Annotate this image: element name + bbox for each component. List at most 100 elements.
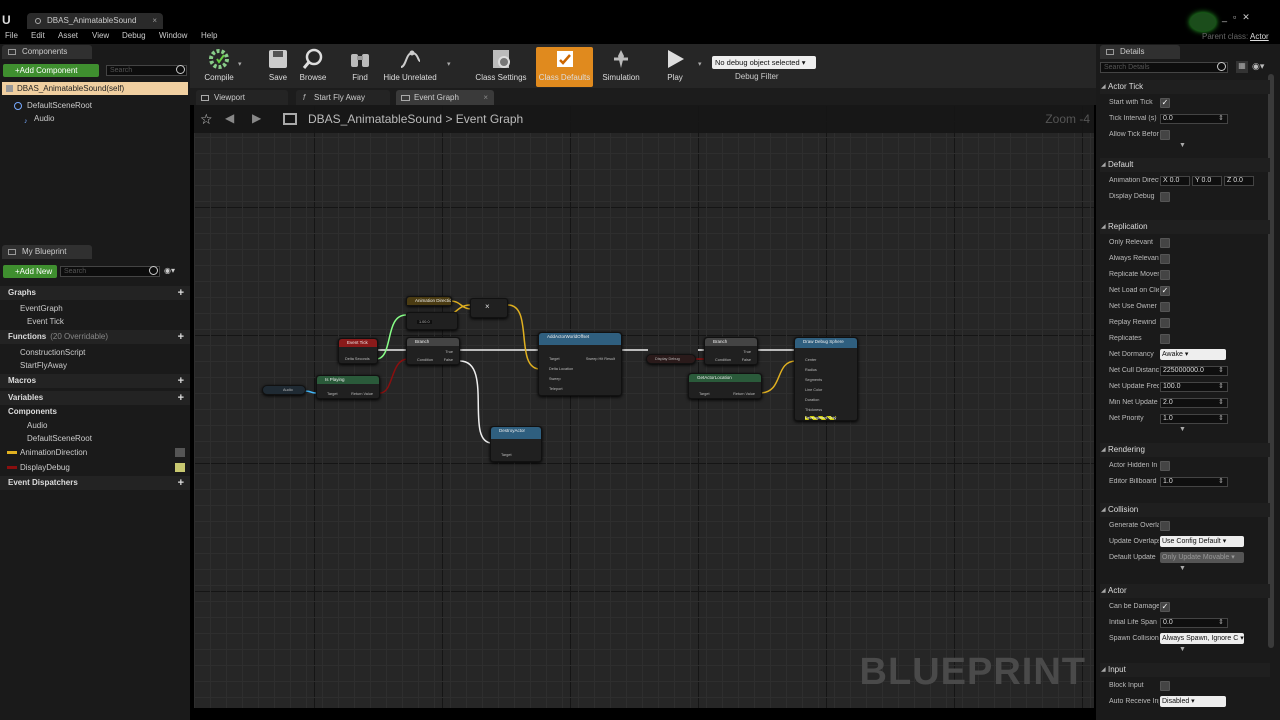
- class-settings-button[interactable]: Class Settings: [472, 47, 530, 87]
- details-section-input[interactable]: ◢ Input: [1100, 663, 1270, 677]
- tab-event-graph[interactable]: Event Graph ×: [396, 90, 494, 105]
- property-number-field[interactable]: 0.0 ⇕: [1160, 618, 1228, 628]
- play-options-chevron-icon[interactable]: ▾: [698, 60, 702, 68]
- debug-object-select[interactable]: No debug object selected ▾: [712, 56, 816, 69]
- menu-view[interactable]: View: [92, 31, 109, 40]
- sweep-hit-result-pin[interactable]: Sweep Hit Result: [586, 357, 615, 361]
- self-component-item[interactable]: DBAS_AnimatableSound(self): [2, 82, 188, 95]
- duration-pin[interactable]: Duration: [805, 398, 819, 402]
- window-controls[interactable]: _▫✕: [1222, 12, 1266, 24]
- property-matrix-icon[interactable]: ▦: [1236, 61, 1248, 73]
- tab-start-fly-away[interactable]: f Start Fly Away: [296, 90, 390, 105]
- segments-pin[interactable]: Segments: [805, 378, 822, 382]
- tab-viewport[interactable]: Viewport: [196, 90, 288, 105]
- hide-unrelated-options-chevron-icon[interactable]: ▾: [447, 60, 451, 68]
- menu-edit[interactable]: Edit: [31, 31, 45, 40]
- menu-debug[interactable]: Debug: [122, 31, 146, 40]
- true-pin[interactable]: True: [445, 350, 453, 354]
- details-section-default[interactable]: ◢ Default: [1100, 158, 1270, 172]
- animation-direction-getter-node[interactable]: Animation Direction: [406, 296, 452, 306]
- add-graph-icon[interactable]: +: [178, 286, 184, 300]
- thickness-pin[interactable]: Thickness: [805, 408, 822, 412]
- class-defaults-button[interactable]: Class Defaults: [536, 47, 593, 87]
- property-checkbox[interactable]: [1160, 238, 1170, 248]
- property-checkbox[interactable]: [1160, 130, 1170, 140]
- branch-node[interactable]: Branch Condition True False: [704, 337, 758, 365]
- property-number-field[interactable]: 225000000.0 ⇕: [1160, 366, 1228, 376]
- teleport-pin[interactable]: Teleport: [549, 387, 563, 391]
- collapse-arrow-icon[interactable]: ◢: [1101, 584, 1106, 598]
- details-section-actor-tick[interactable]: ◢ Actor Tick: [1100, 80, 1270, 94]
- functions-section[interactable]: Functions (20 Overridable) +: [0, 330, 190, 344]
- simulation-button[interactable]: Simulation: [598, 47, 644, 87]
- get-actor-location-node[interactable]: GetActorLocation Target Return Value: [688, 373, 762, 399]
- property-checkbox[interactable]: [1160, 302, 1170, 312]
- property-dropdown[interactable]: Awake ▾: [1160, 349, 1226, 360]
- variable-item-animationdirection[interactable]: AnimationDirection: [0, 446, 190, 459]
- false-pin[interactable]: False: [444, 358, 453, 362]
- property-checkbox[interactable]: ✓: [1160, 602, 1170, 612]
- add-variable-icon[interactable]: +: [178, 391, 184, 405]
- components-tab[interactable]: Components: [2, 45, 92, 59]
- component-tree-item[interactable]: ♪ Audio: [0, 112, 190, 125]
- spin-arrows-icon[interactable]: ⇕: [1218, 383, 1224, 391]
- property-dropdown[interactable]: Only Update Movable ▾: [1160, 552, 1244, 563]
- property-checkbox[interactable]: ✓: [1160, 286, 1170, 296]
- view-options-eye-icon[interactable]: ◉▾: [1252, 61, 1264, 72]
- details-section-replication[interactable]: ◢ Replication: [1100, 220, 1270, 234]
- details-section-collision[interactable]: ◢ Collision: [1100, 503, 1270, 517]
- details-section-actor[interactable]: ◢ Actor: [1100, 584, 1270, 598]
- spin-arrows-icon[interactable]: ⇕: [1218, 619, 1224, 627]
- hide-unrelated-button[interactable]: Hide Unrelated: [380, 47, 440, 87]
- menu-file[interactable]: File: [5, 31, 18, 40]
- expand-more-chevron-icon[interactable]: ▼: [1179, 646, 1186, 653]
- property-dropdown[interactable]: Always Spawn, Ignore C ▾: [1160, 633, 1244, 644]
- add-macro-icon[interactable]: +: [178, 374, 184, 388]
- collapse-arrow-icon[interactable]: ◢: [1101, 80, 1106, 94]
- add-function-icon[interactable]: +: [178, 330, 184, 344]
- sweep-pin[interactable]: Sweep: [549, 377, 561, 381]
- menu-asset[interactable]: Asset: [58, 31, 78, 40]
- visibility-toggle-icon[interactable]: [175, 448, 185, 457]
- true-pin[interactable]: True: [743, 350, 751, 354]
- document-tab[interactable]: DBAS_AnimatableSound ×: [27, 13, 163, 29]
- delta-seconds-pin[interactable]: Delta Seconds: [345, 357, 370, 361]
- expand-more-chevron-icon[interactable]: ▼: [1179, 565, 1186, 572]
- details-search-input[interactable]: Search Details: [1100, 62, 1228, 73]
- browse-button[interactable]: Browse: [296, 47, 330, 87]
- property-checkbox[interactable]: [1160, 270, 1170, 280]
- property-number-field[interactable]: 1.0 ⇕: [1160, 414, 1228, 424]
- details-section-rendering[interactable]: ◢ Rendering: [1100, 443, 1270, 457]
- property-dropdown[interactable]: Use Config Default ▾: [1160, 536, 1244, 547]
- components-search-input[interactable]: Search: [106, 65, 187, 76]
- add-component-button[interactable]: +Add Component: [3, 64, 99, 77]
- multiply-node[interactable]: ×: [470, 298, 508, 318]
- target-pin[interactable]: Target: [699, 392, 710, 396]
- expand-more-chevron-icon[interactable]: ▼: [1179, 426, 1186, 433]
- audio-getter-node[interactable]: Audio: [262, 385, 306, 395]
- property-dropdown[interactable]: Disabled ▾: [1160, 696, 1226, 707]
- details-tab[interactable]: Details: [1100, 45, 1180, 59]
- vector-component-field[interactable]: Y 0.0: [1192, 176, 1222, 186]
- collapse-arrow-icon[interactable]: ◢: [1101, 220, 1106, 234]
- false-pin[interactable]: False: [742, 358, 751, 362]
- condition-pin[interactable]: Condition: [715, 358, 731, 362]
- play-button[interactable]: Play: [658, 47, 692, 87]
- visibility-toggle-icon[interactable]: [175, 463, 185, 472]
- save-button[interactable]: Save: [262, 47, 294, 87]
- compile-button[interactable]: Compile: [196, 47, 242, 87]
- property-number-field[interactable]: 0.0 ⇕: [1160, 114, 1228, 124]
- line-color-pin[interactable]: Line Color: [805, 388, 822, 392]
- radius-pin[interactable]: Radius: [805, 368, 817, 372]
- menu-window[interactable]: Window: [159, 31, 187, 40]
- target-pin[interactable]: Target: [327, 392, 338, 396]
- variable-item-displaydebug[interactable]: DisplayDebug: [0, 461, 190, 474]
- spin-arrows-icon[interactable]: ⇕: [1218, 415, 1224, 423]
- components-section[interactable]: Components: [0, 405, 190, 419]
- spin-arrows-icon[interactable]: ⇕: [1218, 478, 1224, 486]
- parent-class-link[interactable]: Actor: [1250, 32, 1269, 41]
- macros-section[interactable]: Macros +: [0, 374, 190, 388]
- condition-pin[interactable]: Condition: [417, 358, 433, 362]
- property-checkbox[interactable]: [1160, 318, 1170, 328]
- vector-component-field[interactable]: X 0.0: [1160, 176, 1190, 186]
